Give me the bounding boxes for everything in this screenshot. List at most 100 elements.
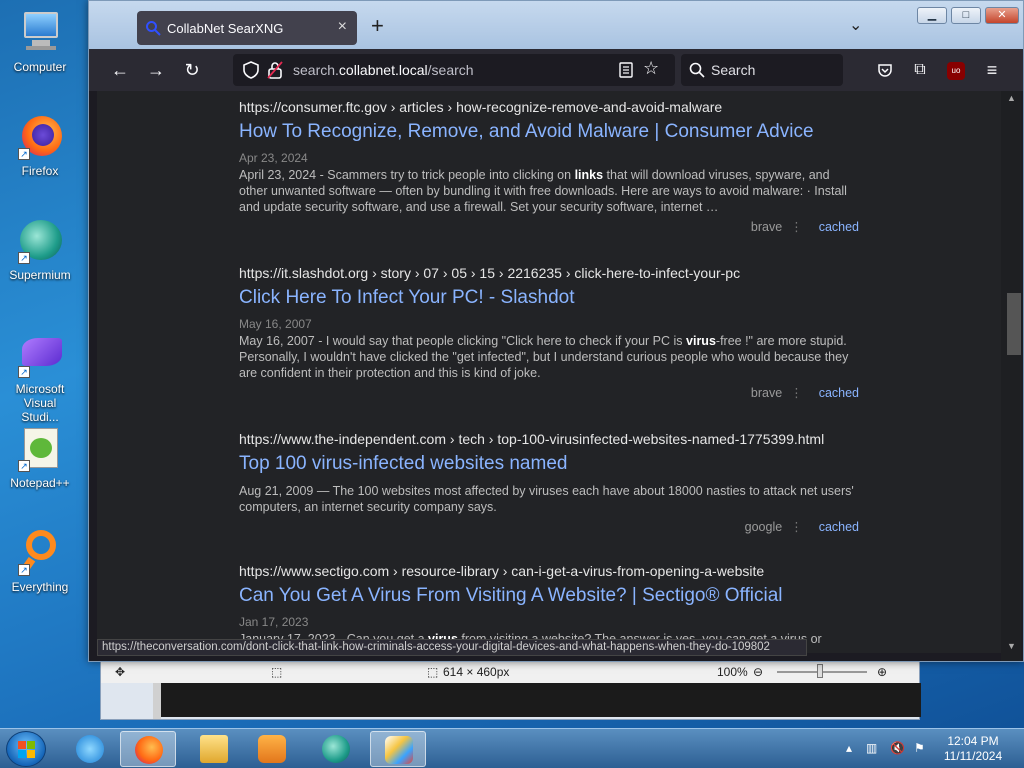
search-bar[interactable]: Search (681, 54, 843, 86)
network-icon[interactable]: ▥ (866, 741, 877, 755)
taskbar-firefox[interactable] (120, 731, 176, 767)
searxng-icon (146, 21, 161, 36)
system-clock[interactable]: 12:04 PM 11/11/2024 (934, 734, 1012, 764)
scroll-up-arrow[interactable]: ▲ (1007, 93, 1016, 103)
result-date: Apr 23, 2024 (239, 151, 308, 165)
paint-zoom: 100% (717, 665, 748, 679)
cached-link[interactable]: cached (819, 386, 859, 400)
desktop-icon-label: Firefox (21, 164, 59, 178)
result-item: https://it.slashdot.org › story › 07 › 0… (239, 265, 859, 400)
url-bar[interactable]: search.collabnet.local/search ☆ (233, 54, 675, 86)
link-status-bar: https://theconversation.com/dont-click-t… (97, 639, 807, 656)
taskbar-supermium[interactable] (308, 731, 364, 767)
search-placeholder: Search (711, 62, 756, 78)
move-icon: ✥ (115, 665, 126, 679)
bookmark-star-icon[interactable]: ☆ (643, 58, 659, 79)
paint-canvas-area (161, 683, 921, 717)
clock-date: 11/11/2024 (943, 749, 1003, 763)
folder-icon (200, 735, 228, 763)
zoom-slider-thumb[interactable] (817, 664, 823, 678)
result-snippet: April 23, 2024 - Scammers try to trick p… (239, 168, 847, 214)
clock-time: 12:04 PM (947, 734, 999, 748)
desktop-icon-supermium[interactable]: ↗ Supermium (4, 216, 76, 282)
firefox-icon: ↗ (16, 112, 64, 160)
desktop-icon-computer[interactable]: Computer (4, 8, 76, 74)
cached-link[interactable]: cached (819, 520, 859, 534)
maximize-button[interactable]: □ (951, 7, 981, 24)
result-date: Jan 17, 2023 (239, 615, 309, 629)
action-center-flag-icon[interactable]: ⚑ (914, 741, 925, 755)
tab-collabnet-searxng[interactable]: CollabNet SearXNG × (137, 11, 357, 45)
desktop-icon-visual-studio[interactable]: ↗ Microsoft Visual Studi... (4, 330, 76, 424)
list-all-tabs-button[interactable]: ⌄ (849, 15, 862, 35)
tab-strip: CollabNet SearXNG × + ⌄ ▁ □ ✕ (89, 1, 1023, 49)
extensions-icon[interactable]: ⧉ (909, 59, 931, 81)
insecure-lock-icon[interactable] (267, 61, 283, 79)
pocket-icon[interactable] (877, 62, 893, 78)
result-snippet: Aug 21, 2009 — The 100 websites most aff… (239, 484, 854, 514)
paint-dimensions: 614 × 460px (443, 665, 510, 679)
paint-icon (385, 736, 413, 764)
desktop-icon-label: Microsoft Visual Studi... (15, 382, 65, 424)
new-tab-button[interactable]: + (371, 15, 384, 37)
desktop-icon-firefox[interactable]: ↗ Firefox (4, 112, 76, 178)
url-text[interactable]: search.collabnet.local/search (293, 62, 474, 78)
reader-view-icon[interactable] (619, 62, 633, 78)
internet-explorer-icon (76, 735, 104, 763)
back-button[interactable]: ← (109, 59, 131, 81)
result-url[interactable]: https://it.slashdot.org › story › 07 › 0… (239, 265, 859, 281)
media-player-icon (258, 735, 286, 763)
zoom-in-button[interactable]: ⊕ (877, 665, 887, 679)
desktop-icon-label: Everything (11, 580, 69, 594)
result-title[interactable]: Can You Get A Virus From Visiting A Webs… (239, 585, 859, 607)
result-meta: brave ⋮ cached (750, 220, 859, 234)
result-snippet: May 16, 2007 - I would say that people c… (239, 334, 849, 380)
ublock-icon[interactable]: uo (947, 62, 965, 80)
result-url[interactable]: https://www.sectigo.com › resource-libra… (239, 563, 859, 579)
result-title[interactable]: How To Recognize, Remove, and Avoid Malw… (239, 121, 859, 143)
tab-title: CollabNet SearXNG (167, 21, 284, 36)
tab-close-button[interactable]: × (338, 18, 347, 36)
result-url[interactable]: https://consumer.ftc.gov › articles › ho… (239, 99, 859, 115)
search-icon (689, 62, 705, 78)
page-scrollbar[interactable]: ▲ ▼ (1001, 91, 1021, 661)
result-meta: brave ⋮ cached (750, 386, 859, 400)
show-hidden-icons-button[interactable]: ▴ (846, 741, 852, 755)
cached-link[interactable]: cached (819, 220, 859, 234)
supermium-icon: ↗ (16, 216, 64, 264)
scroll-down-arrow[interactable]: ▼ (1007, 641, 1016, 651)
result-item: https://consumer.ftc.gov › articles › ho… (239, 99, 859, 234)
forward-button[interactable]: → (145, 59, 167, 81)
reload-button[interactable]: ↻ (181, 59, 203, 81)
result-title[interactable]: Click Here To Infect Your PC! - Slashdot (239, 287, 859, 309)
desktop-icon-notepadpp[interactable]: ↗ Notepad++ (4, 424, 76, 490)
desktop-icon-everything[interactable]: ↗ Everything (4, 528, 76, 594)
result-title[interactable]: Top 100 virus-infected websites named (239, 453, 859, 475)
dimensions-icon: ⬚ (427, 665, 439, 679)
taskbar-explorer[interactable] (186, 731, 242, 767)
firefox-icon (135, 736, 163, 764)
result-url[interactable]: https://www.the-independent.com › tech ›… (239, 431, 859, 447)
result-item: https://www.the-independent.com › tech ›… (239, 431, 859, 534)
result-item: https://www.sectigo.com › resource-libra… (239, 563, 859, 647)
shield-icon[interactable] (243, 61, 259, 79)
supermium-icon (322, 735, 350, 763)
selection-icon: ⬚ (271, 665, 283, 679)
desktop-icon-label: Supermium (9, 268, 71, 282)
close-window-button[interactable]: ✕ (985, 7, 1019, 24)
taskbar-media-player[interactable] (244, 731, 300, 767)
result-engine: brave (750, 220, 783, 234)
minimize-button[interactable]: ▁ (917, 7, 947, 24)
everything-icon: ↗ (16, 528, 64, 576)
nav-toolbar: ← → ↻ search.collabnet.local/search ☆ Se… (89, 49, 1023, 91)
scrollbar-thumb[interactable] (1007, 293, 1021, 355)
result-date: May 16, 2007 (239, 317, 312, 331)
zoom-out-button[interactable]: ⊖ (753, 665, 763, 679)
taskbar-paint[interactable] (370, 731, 426, 767)
result-engine: brave (750, 386, 783, 400)
menu-icon[interactable]: ≡ (981, 59, 1003, 81)
taskbar-ie[interactable] (62, 731, 118, 767)
volume-muted-icon[interactable]: 🔇 (890, 741, 905, 755)
windows-logo-icon (18, 741, 26, 749)
start-button[interactable] (6, 731, 46, 767)
